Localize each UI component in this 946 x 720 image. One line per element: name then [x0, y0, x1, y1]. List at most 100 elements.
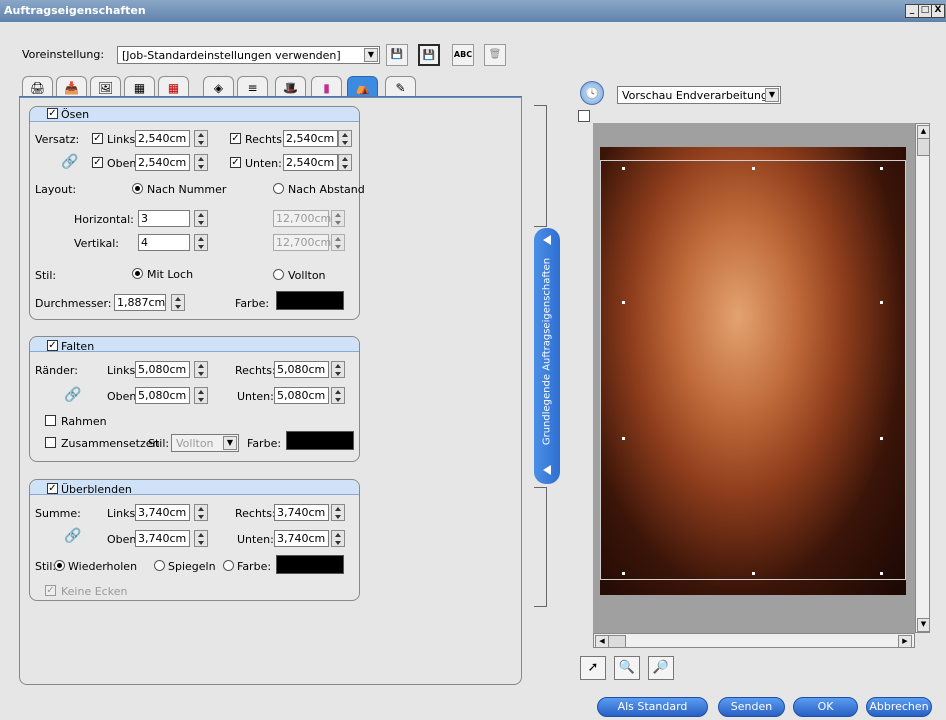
link-icon[interactable]: 🔗: [57, 151, 83, 173]
image-icon: 🖼: [97, 81, 114, 95]
falten-stil-value: Vollton: [176, 437, 214, 450]
ueb-oben-stepper[interactable]: [194, 530, 208, 547]
ueb-links-input[interactable]: 3,740cm: [135, 504, 190, 521]
falten-rechts-stepper[interactable]: [331, 361, 345, 378]
ok-button[interactable]: OK: [793, 697, 858, 717]
ueb-color-swatch[interactable]: [276, 555, 344, 574]
oesen-rechts-input[interactable]: 2,540cm: [283, 130, 338, 147]
falten-stil-select[interactable]: Vollton ▼: [171, 434, 239, 452]
falten-links-input[interactable]: 5,080cm: [135, 361, 190, 378]
falten-oben-stepper[interactable]: [194, 387, 208, 404]
horizontal-stepper[interactable]: [194, 210, 208, 227]
nach-nummer-label: Nach Nummer: [147, 183, 227, 196]
vertikal-distance-input[interactable]: 12,700cm: [273, 234, 331, 251]
vollton-radio[interactable]: [273, 269, 284, 280]
horizontal-distance-input[interactable]: 12,700cm: [273, 210, 331, 227]
keine-ecken-checkbox[interactable]: ✓: [45, 585, 56, 596]
oesen-unten-input[interactable]: 2,540cm: [283, 154, 338, 171]
oesen-unten-stepper[interactable]: [338, 154, 352, 171]
chevron-down-icon[interactable]: ▼: [364, 48, 378, 62]
zoom-tool-icon[interactable]: 🔍: [614, 656, 640, 680]
oesen-oben-stepper[interactable]: [194, 154, 208, 171]
senden-button[interactable]: Senden: [718, 697, 785, 717]
oben-checkbox[interactable]: ✓: [92, 157, 103, 168]
farbe-radio[interactable]: [223, 560, 234, 571]
falten-link-icon[interactable]: 🔗: [60, 384, 86, 406]
window-title: Auftragseigenschaften: [4, 4, 146, 17]
oesen-rechts-stepper[interactable]: [338, 130, 352, 147]
grid-icon: ▦: [167, 81, 180, 95]
ueb-unten-stepper[interactable]: [331, 530, 345, 547]
falten-unten-input[interactable]: 5,080cm: [274, 387, 329, 404]
nach-nummer-radio[interactable]: [132, 183, 143, 194]
save-as-icon[interactable]: 💾: [418, 44, 440, 66]
falten-links-stepper[interactable]: [194, 361, 208, 378]
rahmen-label: Rahmen: [61, 415, 107, 428]
maximize-button[interactable]: □: [918, 4, 932, 18]
chevron-down-icon[interactable]: ▼: [223, 436, 237, 450]
vertical-scroll-thumb[interactable]: [917, 138, 930, 156]
scroll-up-icon[interactable]: ▲: [917, 125, 930, 139]
falten-color-swatch[interactable]: [286, 431, 354, 450]
ueb-rechts-input[interactable]: 3,740cm: [274, 504, 329, 521]
oesen-oben-input[interactable]: 2,540cm: [135, 154, 190, 171]
scroll-down-icon[interactable]: ▼: [917, 618, 930, 632]
ueb-rechts-stepper[interactable]: [331, 504, 345, 521]
oesen-color-swatch[interactable]: [276, 291, 344, 310]
ueb-links-stepper[interactable]: [194, 504, 208, 521]
zusammensetzen-checkbox[interactable]: [45, 437, 56, 448]
clock-icon[interactable]: 🕓: [580, 81, 604, 105]
vollton-label: Vollton: [288, 269, 326, 282]
horizontal-scrollbar[interactable]: ◀ ▶: [593, 633, 915, 648]
preview-mode-select[interactable]: Vorschau Endverarbeitung ▼: [617, 86, 781, 104]
vertikal-distance-stepper[interactable]: [331, 234, 345, 251]
wiederholen-radio[interactable]: [54, 560, 65, 571]
ueb-unten-input[interactable]: 3,740cm: [274, 530, 329, 547]
oesen-links-input[interactable]: 2,540cm: [135, 130, 190, 147]
falten-oben-input[interactable]: 5,080cm: [135, 387, 190, 404]
ueberblenden-checkbox[interactable]: ✓: [47, 483, 58, 494]
als-standard-button[interactable]: Als Standard: [597, 697, 708, 717]
horizontal-distance-stepper[interactable]: [331, 210, 345, 227]
rename-icon[interactable]: ABC: [452, 44, 474, 66]
horizontal-input[interactable]: 3: [138, 210, 190, 227]
oesen-links-stepper[interactable]: [194, 130, 208, 147]
collapse-panel-button[interactable]: Grundlegende Auftragseigenschaften: [534, 228, 560, 484]
links-checkbox[interactable]: ✓: [92, 133, 103, 144]
preset-select[interactable]: [Job-Standardeinstellungen verwenden] ▼: [117, 46, 380, 64]
ueberblenden-title: Überblenden: [61, 483, 132, 496]
durchmesser-stepper[interactable]: [171, 294, 185, 311]
falten-unten-label: Unten:: [237, 390, 274, 403]
ueb-link-icon[interactable]: 🔗: [60, 525, 86, 547]
spiegeln-radio[interactable]: [154, 560, 165, 571]
rahmen-checkbox[interactable]: [45, 415, 56, 426]
summe-label: Summe:: [35, 507, 81, 520]
close-button[interactable]: X: [931, 4, 945, 18]
mit-loch-radio[interactable]: [132, 268, 143, 279]
printer-icon: 🖨: [29, 81, 46, 95]
vertical-scrollbar[interactable]: ▲ ▼: [915, 123, 930, 633]
durchmesser-input[interactable]: 1,887cm: [114, 294, 166, 311]
horizontal-scroll-thumb[interactable]: [608, 635, 626, 648]
falten-unten-stepper[interactable]: [331, 387, 345, 404]
nach-abstand-radio[interactable]: [273, 183, 284, 194]
vertikal-input[interactable]: 4: [138, 234, 190, 251]
pointer-tool-icon[interactable]: ➚: [580, 656, 606, 680]
chevron-down-icon[interactable]: ▼: [765, 88, 779, 102]
minimize-button[interactable]: _: [905, 4, 919, 18]
vertikal-stepper[interactable]: [194, 234, 208, 251]
scroll-right-icon[interactable]: ▶: [898, 635, 912, 648]
abbrechen-button[interactable]: Abbrechen: [866, 697, 932, 717]
title-bar: Auftragseigenschaften _ □ X: [0, 0, 946, 22]
delete-icon[interactable]: 🗑: [484, 44, 506, 66]
falten-checkbox[interactable]: ✓: [47, 340, 58, 351]
oesen-checkbox[interactable]: ✓: [47, 108, 58, 119]
rechts-checkbox[interactable]: ✓: [230, 133, 241, 144]
falten-rechts-input[interactable]: 5,080cm: [274, 361, 329, 378]
unten-checkbox[interactable]: ✓: [230, 157, 241, 168]
scroll-left-icon[interactable]: ◀: [595, 635, 609, 648]
save-icon[interactable]: 💾: [386, 44, 408, 66]
ueb-stil-label: Stil:: [35, 560, 57, 573]
zoom-fit-icon[interactable]: 🔎: [648, 656, 674, 680]
ueb-oben-input[interactable]: 3,740cm: [135, 530, 190, 547]
